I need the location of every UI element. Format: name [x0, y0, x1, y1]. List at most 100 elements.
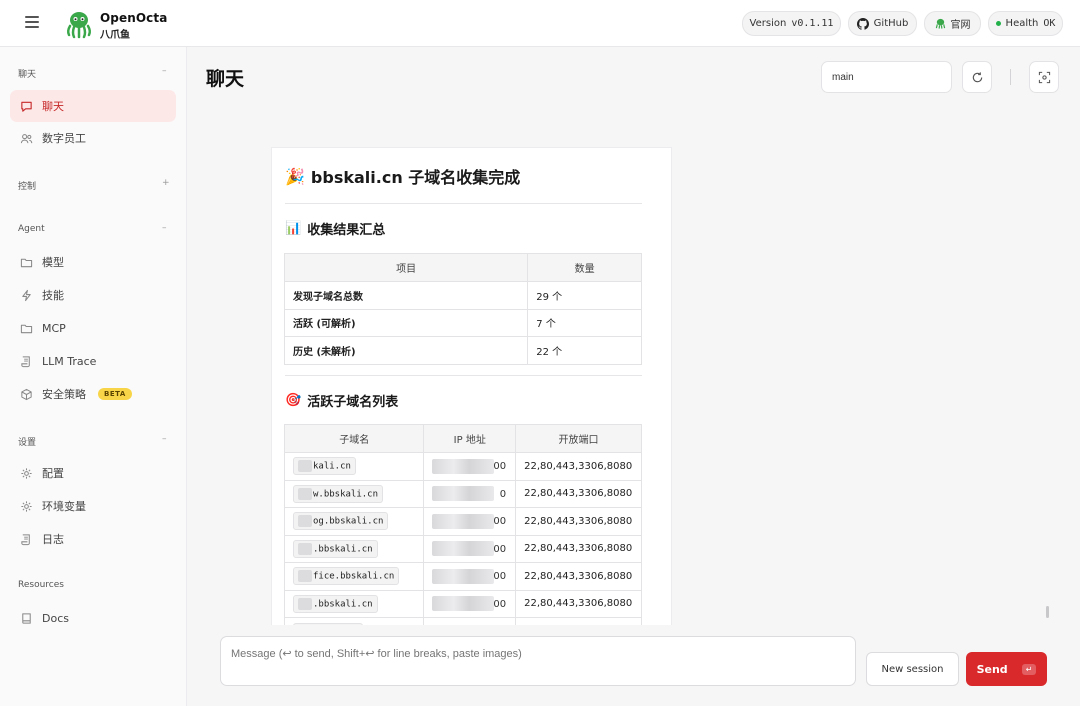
message-heading-text: bbskali.cn 子域名收集完成: [310, 168, 521, 187]
subdomain-text: .bbskali.cn: [313, 599, 373, 610]
folder-icon: [20, 324, 33, 333]
sidebar-item-digital-staff[interactable]: 数字员工: [10, 122, 176, 154]
sidebar-item-chat[interactable]: 聊天: [10, 90, 176, 122]
table-row: 活跃 (可解析) 7 个: [283, 308, 642, 337]
ports-cell: 22,80,443,3306,8080: [515, 452, 642, 481]
health-dot-icon: [995, 21, 1001, 26]
sidebar-item-label: 日志: [42, 533, 64, 546]
redacted-mask: [298, 460, 312, 473]
sidebar-item-label: Docs: [42, 611, 69, 625]
version-badge: Version v0.1.11: [742, 11, 841, 36]
subdomain-text: kali.cn: [313, 461, 351, 472]
redacted-mask: [298, 542, 312, 555]
redacted-mask: [298, 487, 312, 500]
beta-badge: BETA: [98, 388, 132, 400]
sidebar-item-mcp[interactable]: MCP: [10, 312, 176, 344]
table-header: 项目: [283, 253, 529, 282]
top-bar: OpenOcta 八爪鱼 Version v0.1.11 GitHub 官网 H…: [0, 0, 1080, 47]
divider: [1010, 69, 1011, 85]
health-label: Health: [1005, 18, 1039, 29]
table-cell: 22 个: [527, 336, 642, 365]
redacted-ip: [432, 513, 495, 529]
ip-tail: 0: [499, 488, 507, 500]
table-header: 数量: [527, 253, 642, 282]
redacted-ip: [432, 568, 495, 584]
assistant-message: 🎉 bbskali.cn 子域名收集完成 📊 收集结果汇总 项目 数量 发现子域…: [271, 147, 672, 625]
sidebar-item-env-vars[interactable]: 环境变量: [10, 490, 176, 522]
ip-tail: 00: [493, 516, 507, 527]
ip-tail: 00: [493, 571, 507, 582]
sidebar-item-skills[interactable]: 技能: [10, 279, 176, 311]
version-value: v0.1.11: [791, 18, 834, 29]
sidebar-item-label: 数字员工: [42, 132, 86, 145]
section-title-settings: 设置: [18, 438, 37, 448]
collapse-chat-icon[interactable]: –: [162, 66, 167, 76]
table-cell: 29 个: [527, 281, 642, 310]
sidebar-item-model[interactable]: 模型: [10, 246, 176, 278]
redacted-ip: [432, 596, 495, 612]
refresh-button[interactable]: [962, 61, 992, 93]
gear-icon: [21, 467, 32, 479]
table-row: w.bbskali.cn 0 22,80,443,3306,8080: [283, 479, 642, 508]
summary-heading-text: 收集结果汇总: [307, 223, 386, 238]
divider: [285, 203, 642, 204]
table-row: .bbskali.cn 00 22,80,443,3306,8080: [283, 589, 642, 618]
ip-tail: 00: [493, 543, 507, 555]
scroll-icon: [21, 355, 30, 367]
collapse-control-icon[interactable]: +: [162, 178, 170, 188]
session-input[interactable]: [821, 61, 952, 93]
collapse-settings-icon[interactable]: –: [162, 434, 167, 444]
brand-subtitle: 八爪鱼: [100, 30, 130, 41]
sidebar: 聊天 – 聊天 数字员工 控制 + Agent – 模型 技能 MCP LLM …: [0, 47, 187, 706]
message-input[interactable]: [220, 636, 856, 686]
focus-icon: [1038, 71, 1050, 83]
subdomain-code: [293, 622, 363, 625]
sidebar-item-label: 配置: [42, 467, 64, 480]
menu-icon[interactable]: [25, 16, 39, 28]
send-button[interactable]: Send ↵: [966, 652, 1047, 686]
focus-mode-button[interactable]: [1029, 61, 1059, 93]
github-icon: [856, 17, 869, 30]
chat-scrollbar[interactable]: [1046, 606, 1049, 618]
chart-emoji-icon: 📊: [285, 221, 302, 236]
refresh-icon: [972, 71, 982, 82]
sidebar-item-llm-trace[interactable]: LLM Trace: [10, 345, 176, 377]
redacted-mask: [298, 597, 312, 610]
sidebar-item-config[interactable]: 配置: [10, 457, 176, 489]
table-cell: 发现子域名总数: [283, 281, 529, 310]
table-row: [283, 617, 642, 625]
collapse-agent-icon[interactable]: –: [162, 223, 167, 233]
octopus-small-icon: [935, 18, 945, 29]
party-emoji-icon: 🎉: [285, 166, 305, 186]
octopus-logo-icon: [66, 12, 92, 39]
website-button[interactable]: 官网: [924, 11, 981, 36]
active-subdomain-table: 子域名 IP 地址 开放端口 kali.cn 00 22,80,443,3306…: [283, 424, 642, 625]
redacted-ip: [432, 458, 495, 474]
subdomain-text: .bbskali.cn: [313, 544, 373, 555]
users-icon: [20, 133, 33, 143]
ip-tail: 00: [493, 461, 507, 472]
new-session-button[interactable]: New session: [866, 652, 959, 686]
book-icon: [22, 612, 31, 624]
redacted-mask: [298, 570, 312, 583]
redacted-ip: [432, 486, 495, 502]
sidebar-item-logs[interactable]: 日志: [10, 523, 176, 555]
health-status: Health OK: [988, 11, 1063, 36]
table-cell: 7 个: [527, 308, 642, 337]
chat-icon: [21, 101, 32, 112]
sidebar-item-label: 聊天: [42, 100, 64, 113]
version-label: Version: [749, 18, 787, 29]
ports-cell: 22,80,443,3306,8080: [515, 507, 642, 536]
table-row: kali.cn 00 22,80,443,3306,8080: [283, 452, 642, 481]
subdomain-text: w.bbskali.cn: [313, 489, 379, 500]
sidebar-item-label: 技能: [42, 289, 64, 302]
cube-icon: [21, 388, 32, 400]
ports-cell: 22,80,443,3306,8080: [515, 589, 642, 618]
summary-heading: 📊 收集结果汇总: [285, 219, 385, 238]
github-button[interactable]: GitHub: [848, 11, 917, 36]
sidebar-item-docs[interactable]: Docs: [10, 602, 176, 634]
target-emoji-icon: 🎯: [285, 393, 302, 408]
bolt-icon: [22, 289, 31, 301]
sidebar-item-security-policy[interactable]: 安全策略 BETA: [10, 378, 176, 410]
health-value: OK: [1043, 18, 1056, 29]
